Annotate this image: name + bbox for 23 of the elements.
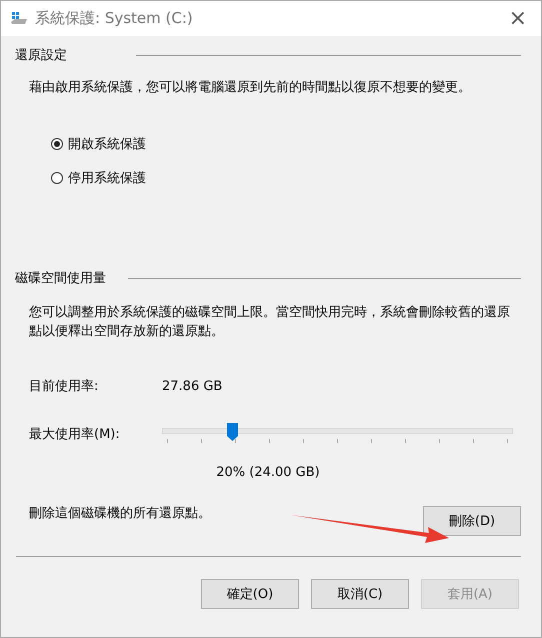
radio-option[interactable]: 開啟系統保護 xyxy=(51,135,521,153)
close-button[interactable]: × xyxy=(504,6,531,31)
usage-label: 目前使用率: xyxy=(29,378,100,395)
window-title: 系統保護: System (C:) xyxy=(35,9,194,28)
radio-button[interactable] xyxy=(51,172,63,184)
group-heading: 還原設定 xyxy=(15,47,67,64)
description-text: 藉由啟用系統保護，您可以將電腦還原到先前的時間點以復原不想要的變更。 xyxy=(29,79,472,97)
description-text: 您可以調整用於系統保護的磁碟空間上限。當空間快用完時，系統會刪除較舊的還原點以便釋出空間存放新的還原點。 xyxy=(29,304,511,341)
usage-value: 27.86 GB xyxy=(162,378,222,394)
dialog-button[interactable]: 確定(O) xyxy=(201,579,299,609)
dialog-button[interactable]: 取消(C) xyxy=(311,579,409,609)
delete-description: 刪除這個磁碟機的所有還原點。 xyxy=(29,505,211,522)
delete-button[interactable]: 刪除(D) xyxy=(423,506,521,536)
radio-button[interactable] xyxy=(51,138,63,150)
drive-icon xyxy=(11,12,27,26)
radio-label: 停用系統保護 xyxy=(68,170,146,187)
radio-label: 開啟系統保護 xyxy=(68,136,146,153)
usage-slider[interactable] xyxy=(162,423,513,445)
max-usage-label: 最大使用率(M): xyxy=(29,426,121,443)
radio-option[interactable]: 停用系統保護 xyxy=(51,169,521,187)
group-heading: 磁碟空間使用量 xyxy=(15,270,106,287)
slider-thumb[interactable] xyxy=(227,423,238,441)
max-usage-reading: 20% (24.00 GB) xyxy=(216,465,320,480)
